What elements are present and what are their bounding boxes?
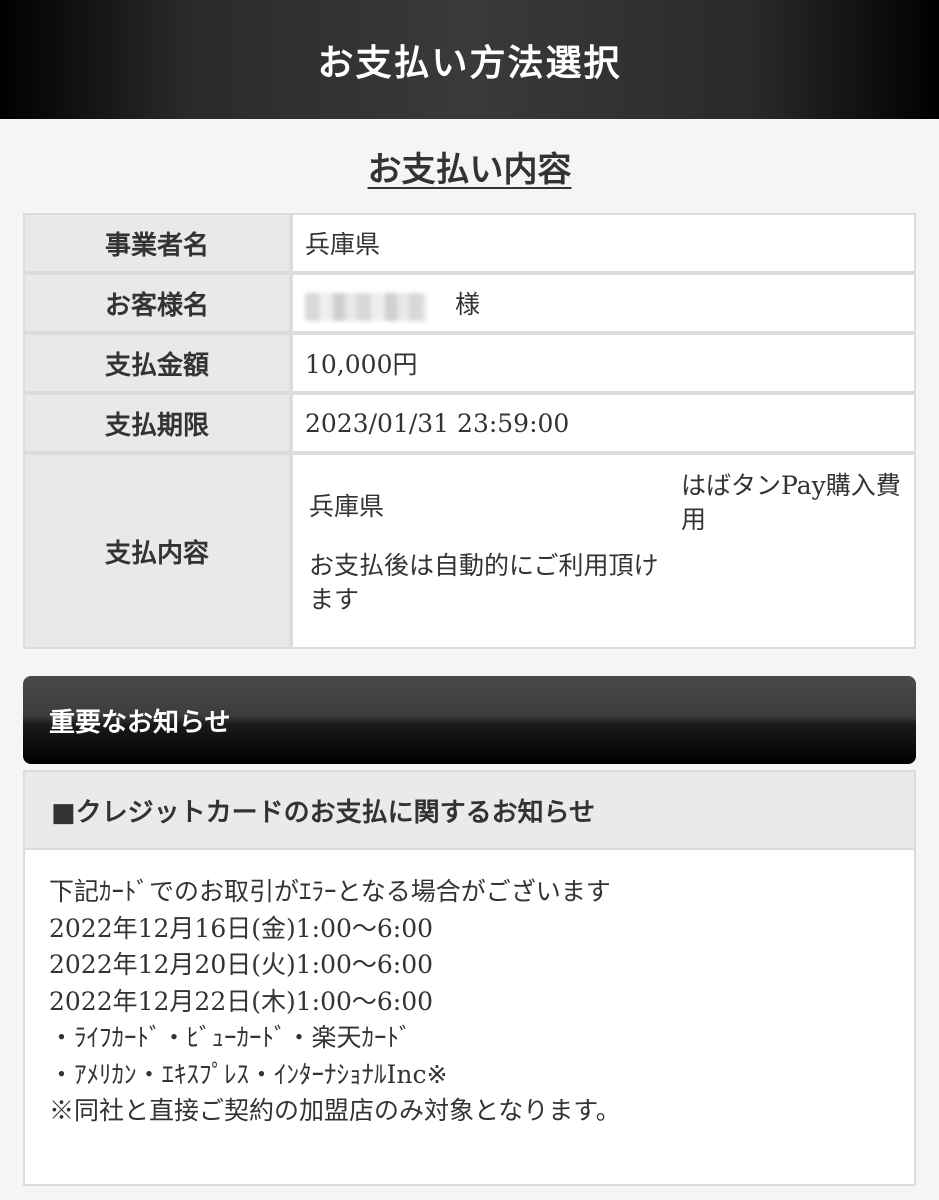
notice-header-text: 重要なお知らせ xyxy=(49,707,231,738)
table-row-amount: 支払金額 10,000円 xyxy=(23,333,916,393)
business-value: 兵庫県 xyxy=(291,213,916,273)
table-row-content: 支払内容 兵庫県 お支払後は自動的にご利用頂けます はばタンPay購入費用 xyxy=(23,453,916,649)
customer-label: お客様名 xyxy=(23,273,291,333)
customer-value: 様 xyxy=(291,273,916,333)
notice-body: 下記ｶｰﾄﾞでのお取引がｴﾗｰとなる場合がございます 2022年12月16日(金… xyxy=(23,850,916,1186)
notice-line: 下記ｶｰﾄﾞでのお取引がｴﾗｰとなる場合がございます xyxy=(49,877,611,906)
content-label: 支払内容 xyxy=(23,453,291,649)
deadline-label: 支払期限 xyxy=(23,393,291,453)
content-item: はばタンPay購入費用 xyxy=(681,471,901,534)
section-title-text: お支払い内容 xyxy=(367,150,572,190)
table-row-business: 事業者名 兵庫県 xyxy=(23,213,916,273)
customer-name-redacted xyxy=(305,292,427,321)
table-row-deadline: 支払期限 2023/01/31 23:59:00 xyxy=(23,393,916,453)
notice-header: 重要なお知らせ xyxy=(23,676,916,764)
notice-line: 2022年12月20日(火)1:00～6:00 xyxy=(49,950,434,979)
content-note: お支払後は自動的にご利用頂けます xyxy=(309,551,659,614)
page-header: お支払い方法選択 xyxy=(0,0,939,119)
payment-details-table: 事業者名 兵庫県 お客様名 様 支払金額 10,000円 支払期限 2023/0… xyxy=(23,213,916,649)
notice-subheader: ■クレジットカードのお支払に関するお知らせ xyxy=(23,770,916,850)
section-title: お支払い内容 xyxy=(0,142,939,191)
content-value: 兵庫県 お支払後は自動的にご利用頂けます はばタンPay購入費用 xyxy=(291,453,916,649)
notice-line: 2022年12月22日(木)1:00～6:00 xyxy=(49,986,434,1016)
page-title: お支払い方法選択 xyxy=(317,41,622,84)
notice-line: 2022年12月16日(金)1:00～6:00 xyxy=(49,913,434,943)
notice-line: ※同社と直接ご契約の加盟店のみ対象となります。 xyxy=(49,1096,621,1125)
content-name: 兵庫県 xyxy=(309,492,385,521)
amount-value: 10,000円 xyxy=(291,333,916,393)
business-label: 事業者名 xyxy=(23,213,291,273)
customer-suffix: 様 xyxy=(455,290,481,319)
notice-line: ・ｱﾒﾘｶﾝ・ｴｷｽﾌﾟﾚｽ・ｲﾝﾀｰﾅｼｮﾅﾙInc※ xyxy=(49,1059,448,1089)
notice-line: ・ﾗｲﾌｶｰﾄﾞ・ﾋﾞｭｰｶｰﾄﾞ・楽天ｶｰﾄﾞ xyxy=(49,1023,412,1052)
amount-label: 支払金額 xyxy=(23,333,291,393)
table-row-customer: お客様名 様 xyxy=(23,273,916,333)
deadline-value: 2023/01/31 23:59:00 xyxy=(291,393,916,453)
